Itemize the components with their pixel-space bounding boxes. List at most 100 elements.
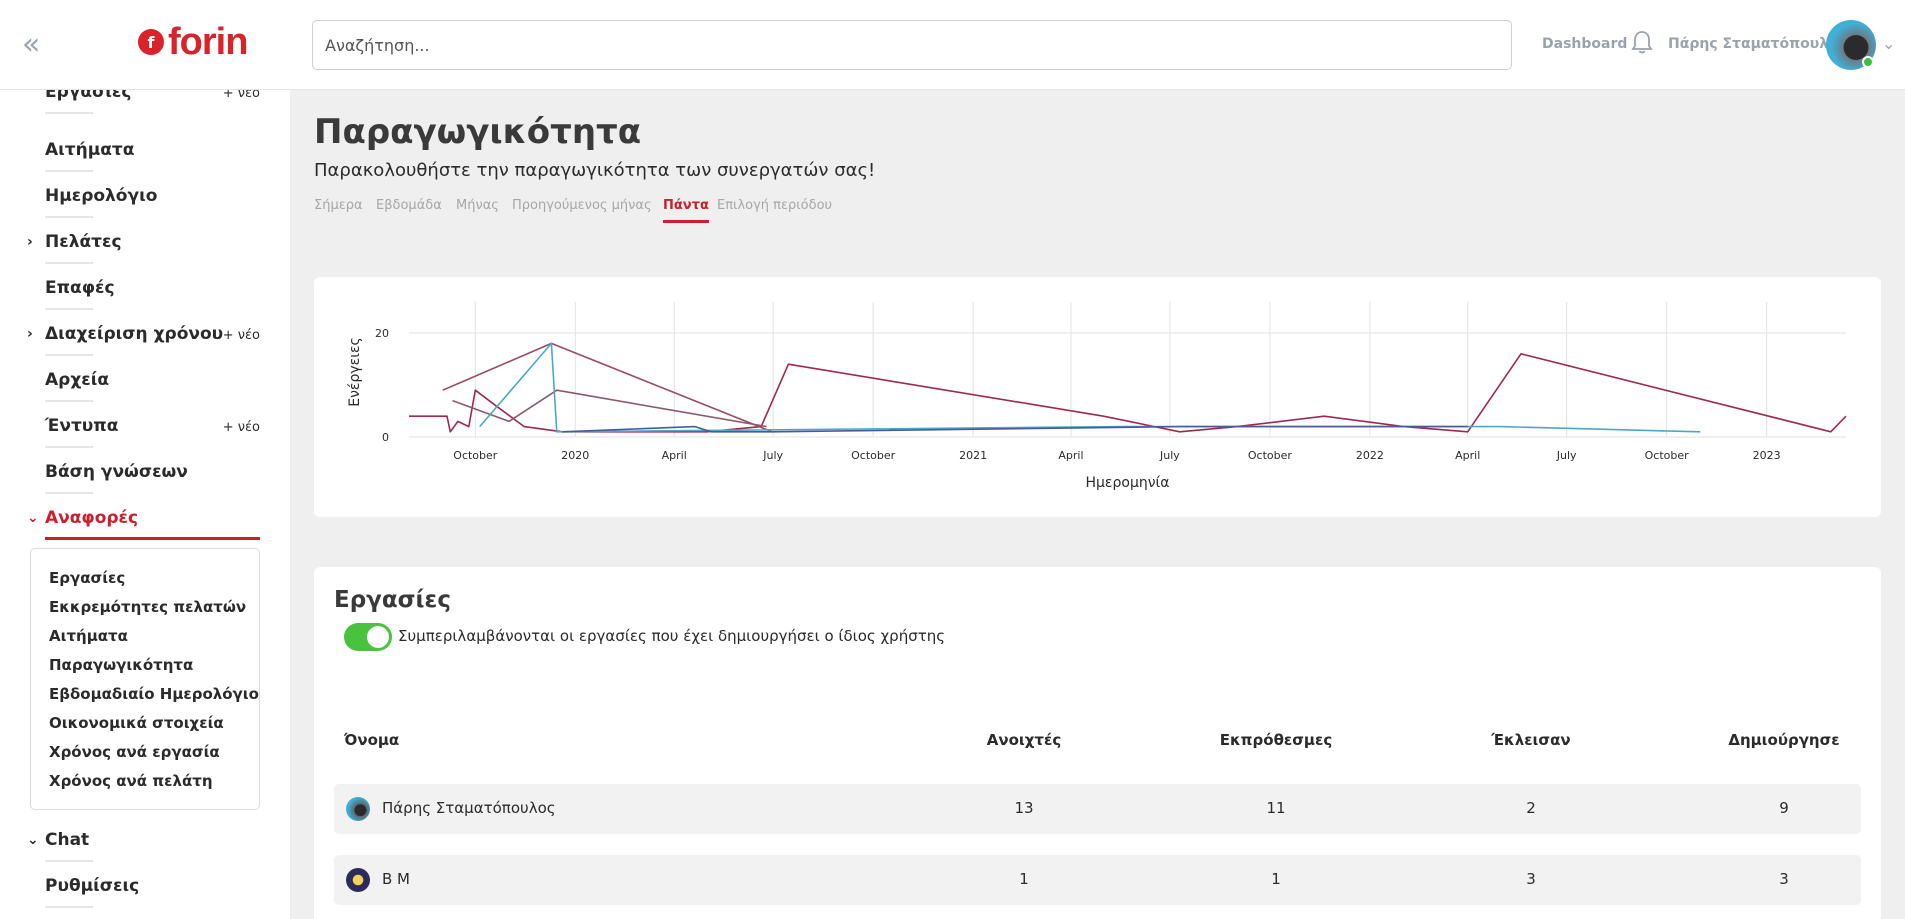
sidebar-item-label: Έντυπα [45, 416, 119, 436]
x-tick-label: July [762, 449, 783, 462]
online-status-icon [1862, 56, 1874, 68]
sidebar: Εργασίες + νέο Αιτήματα Ημερολόγιο › Πελ… [0, 90, 290, 919]
page-title: Παραγωγικότητα [314, 112, 642, 152]
toggle-label: Συμπεριλαμβάνονται οι εργασίες που έχει … [398, 627, 946, 645]
created-count: 3 [1779, 870, 1789, 888]
column-header-closed[interactable]: Έκλεισαν [1431, 731, 1631, 749]
chevron-right-icon[interactable]: › [27, 234, 33, 250]
y-tick-label: 20 [375, 327, 389, 340]
x-tick-label: 2023 [1753, 449, 1781, 462]
tab-all-time[interactable]: Πάντα [663, 198, 709, 223]
sidebar-item-label: Chat [45, 830, 90, 850]
tab-today[interactable]: Σήμερα [314, 198, 363, 213]
sidebar-item-requests[interactable]: Αιτήματα [45, 140, 260, 172]
divider [45, 354, 93, 356]
user-name-cell: B M [382, 870, 411, 888]
top-header: « f forin Dashboard Πάρης Σταματόπουλος … [0, 0, 1905, 90]
sidebar-item-tasks[interactable]: Εργασίες + νέο [45, 90, 260, 114]
new-form-link[interactable]: + νέο [223, 420, 260, 435]
chevron-down-icon[interactable]: ⌄ [27, 832, 39, 848]
submenu-item-time-per-task[interactable]: Χρόνος ανά εργασία [49, 743, 220, 761]
column-header-open[interactable]: Ανοιχτές [924, 731, 1124, 749]
productivity-chart: October 2020 April July October 2021 April July… [347, 302, 1847, 491]
submenu-item-requests[interactable]: Αιτήματα [49, 627, 128, 645]
submenu-item-client-pending[interactable]: Εκκρεμότητες πελατών [49, 598, 246, 616]
table-row[interactable]: B M 1 1 3 3 [334, 855, 1861, 905]
search-input[interactable] [312, 20, 1512, 70]
chevron-down-icon[interactable]: ⌄ [27, 510, 39, 526]
divider [45, 906, 93, 908]
sidebar-item-label: Αρχεία [45, 370, 110, 390]
chevron-down-icon[interactable]: ⌄ [1882, 34, 1895, 53]
tab-custom-period[interactable]: Επιλογή περιόδου [717, 198, 832, 213]
sidebar-item-label: Ρυθμίσεις [45, 876, 140, 896]
avatar [346, 868, 370, 892]
divider [45, 860, 93, 862]
tasks-title: Εργασίες [334, 587, 451, 613]
sidebar-item-forms[interactable]: Έντυπα + νέο [45, 416, 260, 448]
sidebar-item-label: Αναφορές [45, 508, 139, 528]
sidebar-item-time-management[interactable]: › Διαχείριση χρόνου + νέο [27, 324, 260, 356]
divider [45, 492, 93, 494]
submenu-item-weekly-calendar[interactable]: Εβδομαδιαίο Ημερολόγιο [49, 685, 259, 703]
x-tick-label: April [662, 449, 687, 462]
y-axis-label: Ενέργειες [347, 337, 363, 407]
productivity-chart-card: October 2020 April July October 2021 April July… [314, 277, 1881, 517]
page-subtitle: Παρακολουθήστε την παραγωγικότητα των συ… [314, 160, 876, 181]
sidebar-item-label: Επαφές [45, 278, 115, 298]
column-header-name[interactable]: Όνομα [344, 731, 399, 749]
sidebar-item-files[interactable]: Αρχεία [45, 370, 260, 402]
new-time-link[interactable]: + νέο [223, 328, 260, 343]
created-count: 9 [1779, 799, 1789, 817]
avatar [346, 797, 370, 821]
divider [45, 308, 93, 310]
logo-mark-icon: f [138, 29, 164, 55]
divider [45, 262, 93, 264]
dashboard-link[interactable]: Dashboard [1542, 36, 1627, 52]
tab-previous-month[interactable]: Προηγούμενος μήνας [512, 198, 652, 213]
x-tick-label: July [1159, 449, 1180, 462]
divider [45, 112, 93, 114]
sidebar-item-contacts[interactable]: Επαφές [45, 278, 260, 310]
x-tick-label: 2020 [561, 449, 589, 462]
series-line [409, 353, 1847, 433]
include-own-tasks-toggle[interactable] [344, 623, 392, 651]
new-task-link[interactable]: + νέο [223, 90, 260, 101]
logo-text: forin [168, 20, 248, 63]
chevron-right-icon[interactable]: › [27, 326, 33, 342]
submenu-item-tasks[interactable]: Εργασίες [49, 569, 125, 587]
sidebar-item-chat[interactable]: ⌄ Chat [27, 830, 260, 862]
x-tick-label: April [1058, 449, 1083, 462]
tab-month[interactable]: Μήνας [456, 198, 499, 213]
sidebar-item-knowledge-base[interactable]: Βάση γνώσεων [45, 462, 260, 494]
toggle-knob [367, 626, 389, 648]
sidebar-item-label: Εργασίες [45, 90, 132, 102]
x-tick-label: October [1645, 449, 1689, 462]
user-name[interactable]: Πάρης Σταματόπουλος [1668, 36, 1846, 52]
column-header-created[interactable]: Δημιούργησε [1684, 731, 1884, 749]
submenu-item-financials[interactable]: Οικονομικά στοιχεία [49, 714, 224, 732]
submenu-item-time-per-client[interactable]: Χρόνος ανά πελάτη [49, 772, 213, 790]
collapse-sidebar-icon[interactable]: « [22, 30, 40, 60]
closed-count: 3 [1526, 870, 1536, 888]
divider [45, 170, 93, 172]
x-tick-label: July [1556, 449, 1577, 462]
table-row[interactable]: Πάρης Σταματόπουλος 13 11 2 9 [334, 784, 1861, 834]
closed-count: 2 [1526, 799, 1536, 817]
sidebar-item-label: Αιτήματα [45, 140, 135, 160]
y-tick-label: 0 [382, 431, 389, 444]
x-axis-label: Ημερομηνία [1085, 475, 1169, 491]
x-tick-label: October [453, 449, 497, 462]
sidebar-item-settings[interactable]: Ρυθμίσεις [45, 876, 260, 908]
sidebar-item-clients[interactable]: › Πελάτες [27, 232, 260, 264]
bell-icon[interactable] [1630, 30, 1654, 56]
overdue-count: 11 [1266, 799, 1286, 817]
sidebar-item-calendar[interactable]: Ημερολόγιο [45, 186, 260, 218]
column-header-overdue[interactable]: Εκπρόθεσμες [1176, 731, 1376, 749]
active-underline [45, 537, 260, 540]
logo[interactable]: f forin [138, 20, 248, 63]
open-count: 13 [1014, 799, 1034, 817]
submenu-item-productivity[interactable]: Παραγωγικότητα [49, 656, 193, 674]
sidebar-item-reports[interactable]: ⌄ Αναφορές [27, 508, 260, 540]
tab-week[interactable]: Εβδομάδα [376, 198, 442, 213]
